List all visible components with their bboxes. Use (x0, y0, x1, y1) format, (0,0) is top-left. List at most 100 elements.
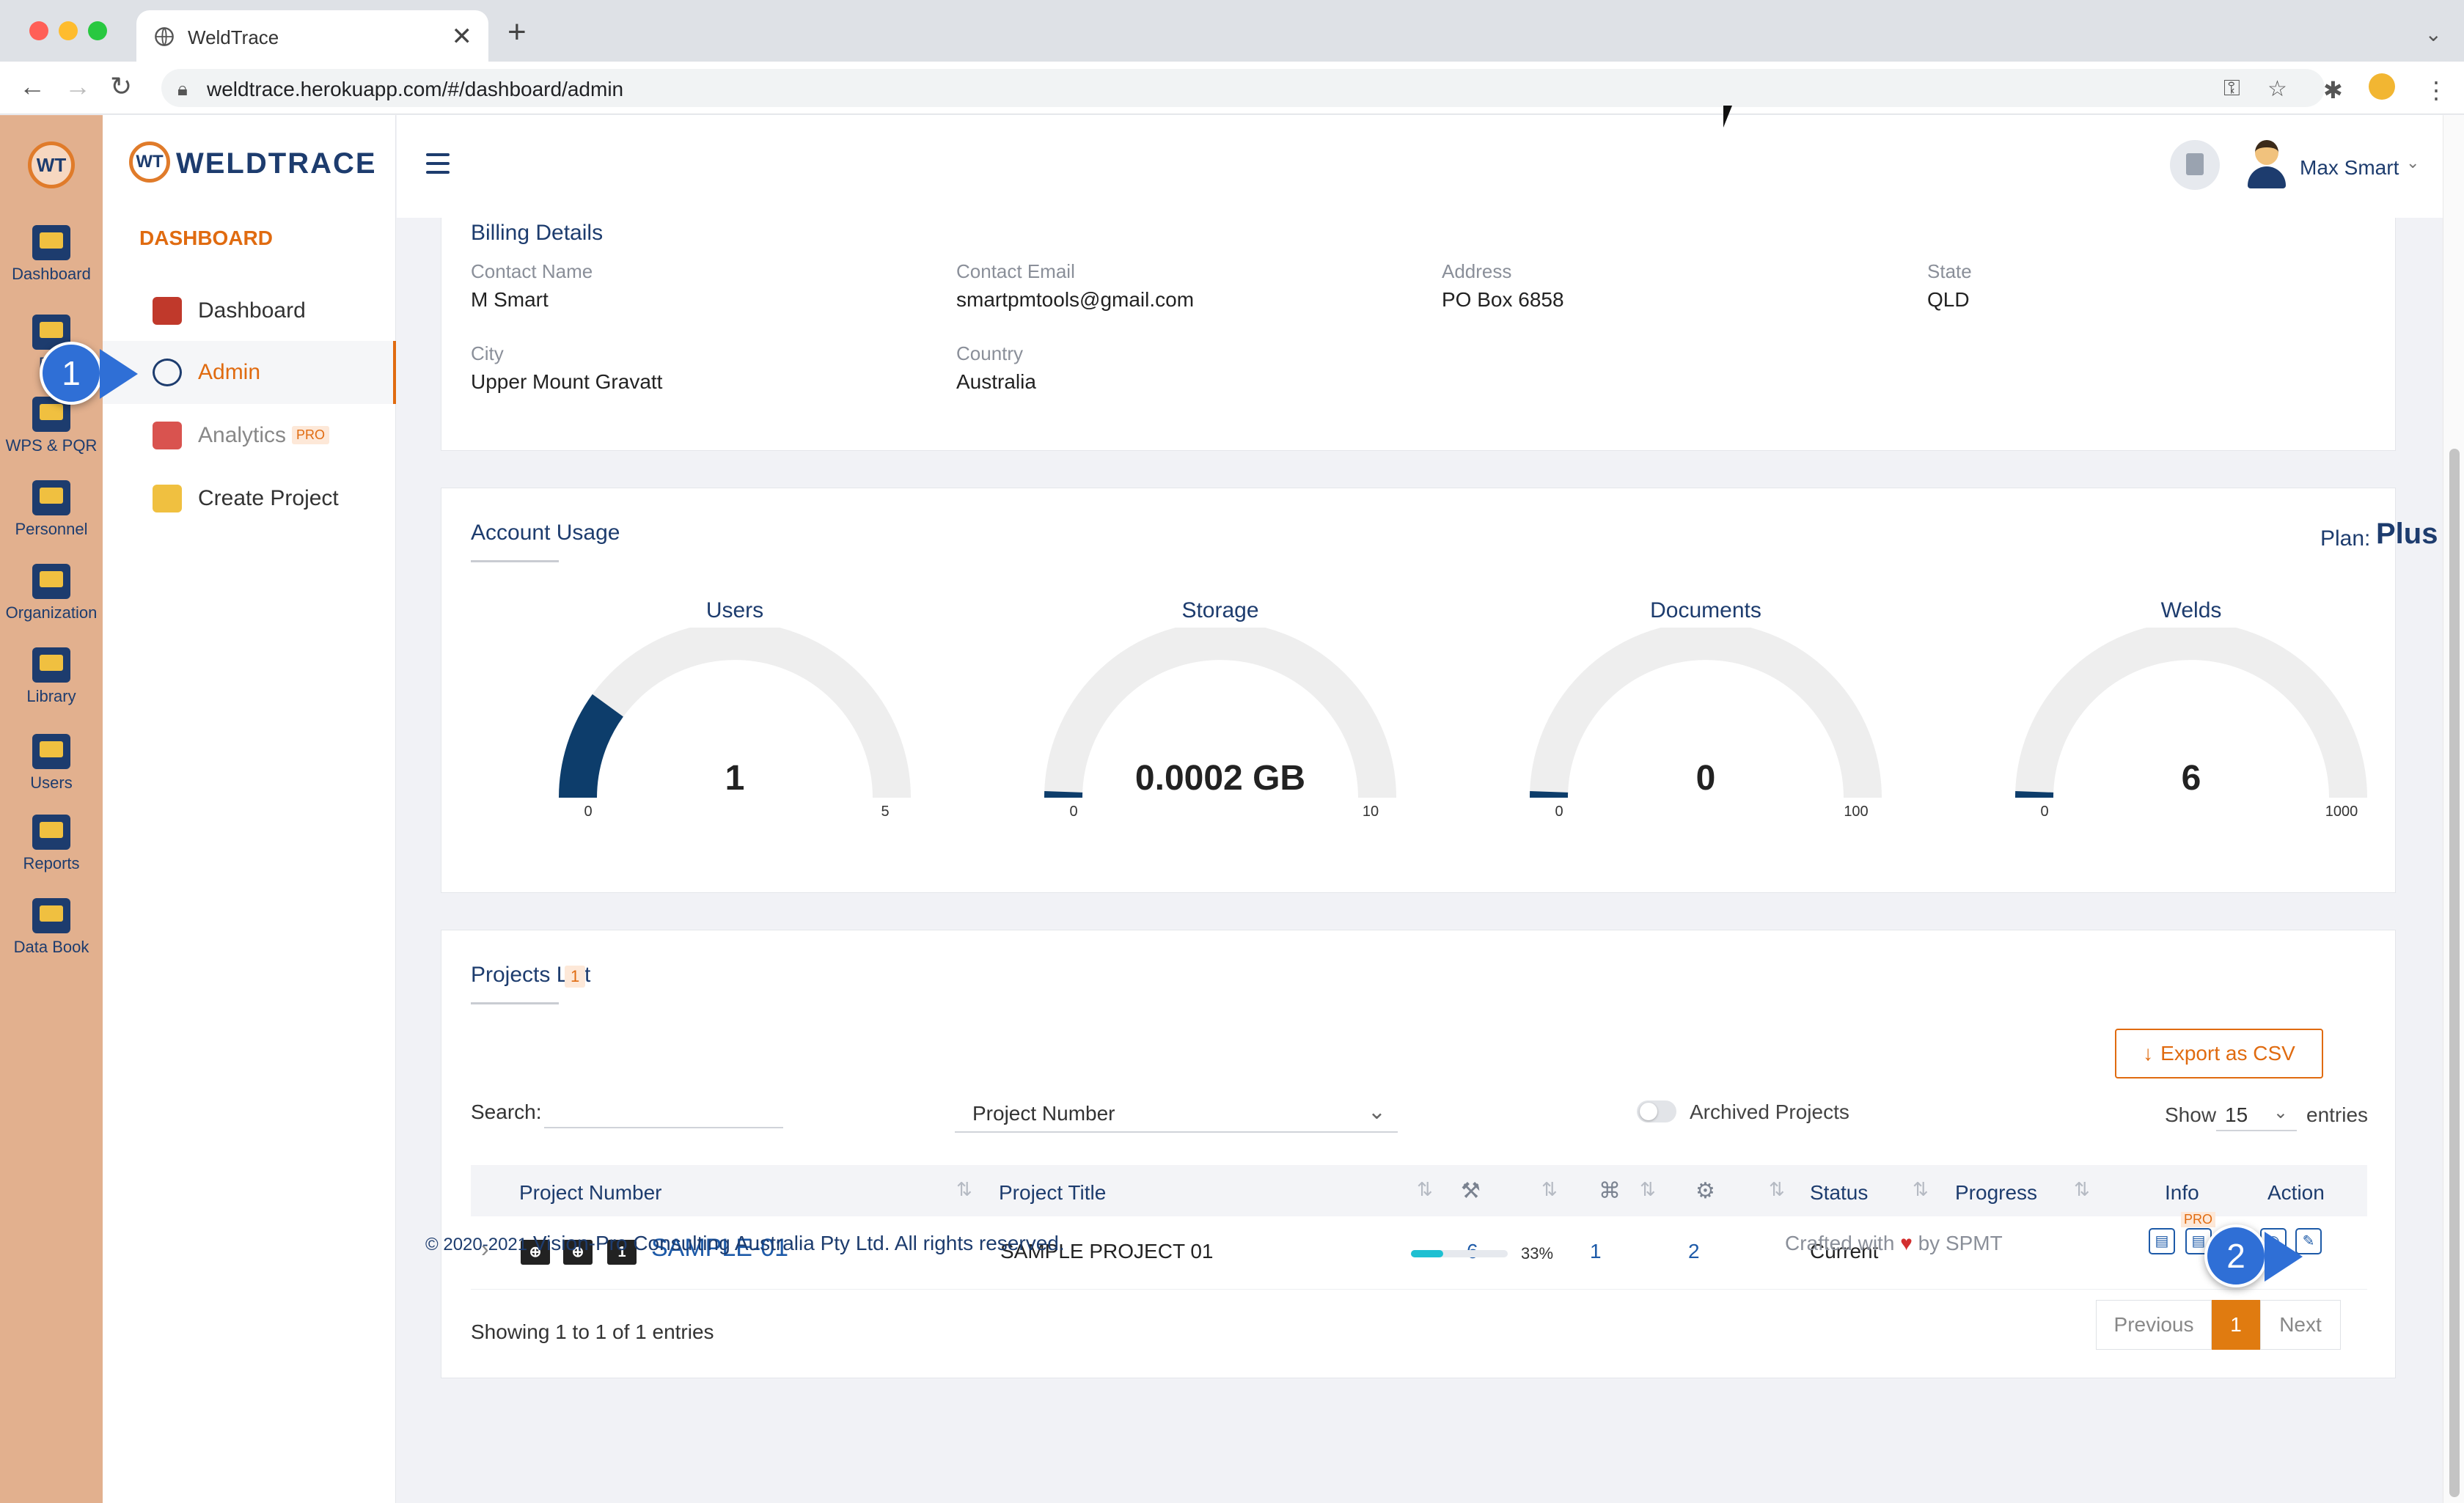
gauge-value: 6 (2181, 759, 2201, 798)
weld-icon[interactable]: ⚒ (1461, 1178, 1481, 1204)
sidebar-item-dashboard[interactable]: Dashboard (103, 279, 396, 342)
search-input[interactable] (544, 1093, 783, 1128)
step-callout-2: 2 (2204, 1224, 2267, 1287)
sort-icon[interactable]: ⇅ (2074, 1178, 2090, 1201)
search-field-select[interactable]: Project Number ⌄ (955, 1092, 1398, 1133)
gauge-min: 0 (1069, 804, 1078, 820)
heart-icon: ♥ (1900, 1232, 1913, 1254)
projects-list-card: Projects List 1 ↓ Export as CSV Search: P… (441, 930, 2396, 1378)
notifications-icon[interactable] (2170, 140, 2220, 190)
col-project-number[interactable]: Project Number (519, 1181, 662, 1205)
sort-icon[interactable]: ⇅ (1913, 1178, 1929, 1201)
footer-copyright: © 2020-2021 Vision-Pro Consulting Austra… (425, 1232, 1065, 1254)
reload-icon[interactable]: ↻ (110, 73, 132, 100)
profile-avatar-icon[interactable] (2369, 73, 2395, 100)
rail-item-dashboard[interactable]: Dashboard (0, 225, 103, 284)
rail-item-wps-pqr[interactable]: WPS & PQR (0, 397, 103, 455)
progress-text: 33% (1521, 1244, 1554, 1263)
col-project-title[interactable]: Project Title (999, 1181, 1106, 1205)
archived-projects-toggle[interactable] (1637, 1100, 1676, 1122)
show-label: Show (2165, 1103, 2217, 1126)
users-icon (32, 734, 70, 769)
rail-item-organization[interactable]: Organization (0, 564, 103, 622)
showing-entries-text: Showing 1 to 1 of 1 entries (471, 1320, 714, 1343)
gear-icon (153, 359, 182, 386)
scroll-thumb[interactable] (2449, 449, 2460, 1497)
sort-icon[interactable]: ⇅ (1640, 1178, 1656, 1201)
sort-icon[interactable]: ⇅ (956, 1178, 972, 1201)
page-scrollbar[interactable] (2443, 115, 2464, 1503)
key-icon[interactable]: ⚿ (2223, 76, 2240, 101)
country-value: Australia (956, 370, 1036, 393)
company-link[interactable]: Vision-Pro Consulting Australia Pty Ltd.… (533, 1232, 1065, 1254)
close-window-button[interactable] (29, 21, 48, 40)
tab-search-chevron-icon[interactable]: ⌄ (2425, 22, 2442, 46)
gauge-title: Welds (2160, 598, 2222, 622)
col-status[interactable]: Status (1810, 1181, 1868, 1205)
next-page-button[interactable]: Next (2260, 1300, 2341, 1350)
sidebar-section-title: DASHBOARD (139, 227, 273, 249)
export-csv-button[interactable]: ↓ Export as CSV (2115, 1029, 2323, 1078)
back-arrow-icon[interactable]: ← (19, 73, 45, 100)
sidebar-item-create-project[interactable]: Create Project (103, 467, 396, 530)
avatar[interactable] (2245, 137, 2289, 188)
new-tab-button[interactable]: + (507, 16, 527, 48)
country-label: Country (956, 342, 1024, 364)
tag-icon[interactable]: ⌘ (1599, 1178, 1621, 1204)
rail-item-data-book[interactable]: Data Book (0, 898, 103, 957)
gauge-title: Storage (1181, 598, 1259, 622)
document-info-icon[interactable]: ▤ (2149, 1228, 2175, 1254)
chevron-down-icon: ⌄ (2273, 1103, 2288, 1122)
tab-title: WeldTrace (188, 26, 279, 48)
page-1-button[interactable]: 1 (2212, 1300, 2260, 1350)
close-tab-icon[interactable]: ✕ (452, 22, 473, 51)
billing-details-card: Billing Details Contact Name M Smart Con… (441, 218, 2396, 451)
hamburger-menu-icon[interactable] (426, 153, 450, 174)
projects-count-badge: 1 (565, 966, 586, 988)
sidebar-item-analytics[interactable]: Analytics PRO (103, 404, 396, 467)
col-progress[interactable]: Progress (1955, 1181, 2037, 1205)
app-logo[interactable]: WT (28, 142, 75, 188)
forward-arrow-icon[interactable]: → (65, 73, 91, 100)
extensions-puzzle-icon[interactable]: ✱ (2323, 76, 2343, 104)
chevron-down-icon[interactable]: ⌄ (2406, 153, 2419, 172)
rail-item-library[interactable]: Library (0, 647, 103, 706)
minimize-window-button[interactable] (59, 21, 78, 40)
sidebar-item-admin[interactable]: Admin (103, 341, 396, 404)
tool-count-link[interactable]: 2 (1688, 1240, 1700, 1263)
icon-rail: WT Dashboard Pro WPS & PQR Personnel Org… (0, 115, 103, 1503)
tag-count-link[interactable]: 1 (1590, 1240, 1602, 1263)
callout-pointer (2265, 1232, 2303, 1282)
tool-icon[interactable]: ⚙ (1695, 1178, 1715, 1204)
main-content: Billing Details Contact Name M Smart Con… (397, 218, 2443, 1503)
brand-mark: WT (129, 142, 170, 183)
pro-badge: PRO (292, 426, 330, 444)
sort-icon[interactable]: ⇅ (1541, 1178, 1558, 1201)
billing-title: Billing Details (471, 221, 604, 245)
browser-menu-icon[interactable]: ⋮ (2424, 76, 2448, 104)
rail-item-users[interactable]: Users (0, 734, 103, 793)
url-field[interactable]: 🔒︎ weldtrace.herokuapp.com/#/dashboard/a… (161, 69, 2325, 107)
bookmark-star-icon[interactable]: ☆ (2267, 76, 2287, 102)
state-label: State (1927, 260, 1972, 282)
entries-per-page-select[interactable]: 15 ⌄ (2216, 1093, 2297, 1131)
browser-tab[interactable]: WeldTrace ✕ (136, 10, 488, 62)
user-name[interactable]: Max Smart (2300, 156, 2399, 180)
plan-label: Plan: (2320, 526, 2371, 551)
gauge-value: 0 (1695, 759, 1716, 798)
previous-page-button[interactable]: Previous (2096, 1300, 2212, 1350)
zoom-window-button[interactable] (88, 21, 107, 40)
title-underline (471, 1002, 559, 1004)
rail-item-personnel[interactable]: Personnel (0, 480, 103, 539)
rail-item-reports[interactable]: Reports (0, 815, 103, 873)
gauge-title: Documents (1650, 598, 1761, 622)
sort-icon[interactable]: ⇅ (1769, 1178, 1785, 1201)
top-bar: Max Smart ⌄ (397, 115, 2443, 218)
chart-icon (153, 297, 182, 325)
gauge-min: 0 (1555, 804, 1563, 820)
gauge-title: Users (705, 598, 764, 622)
pro-badge: PRO (2181, 1212, 2216, 1227)
gauge-max: 100 (1844, 804, 1869, 820)
archived-projects-label: Archived Projects (1690, 1100, 1849, 1123)
sort-icon[interactable]: ⇅ (1417, 1178, 1433, 1201)
